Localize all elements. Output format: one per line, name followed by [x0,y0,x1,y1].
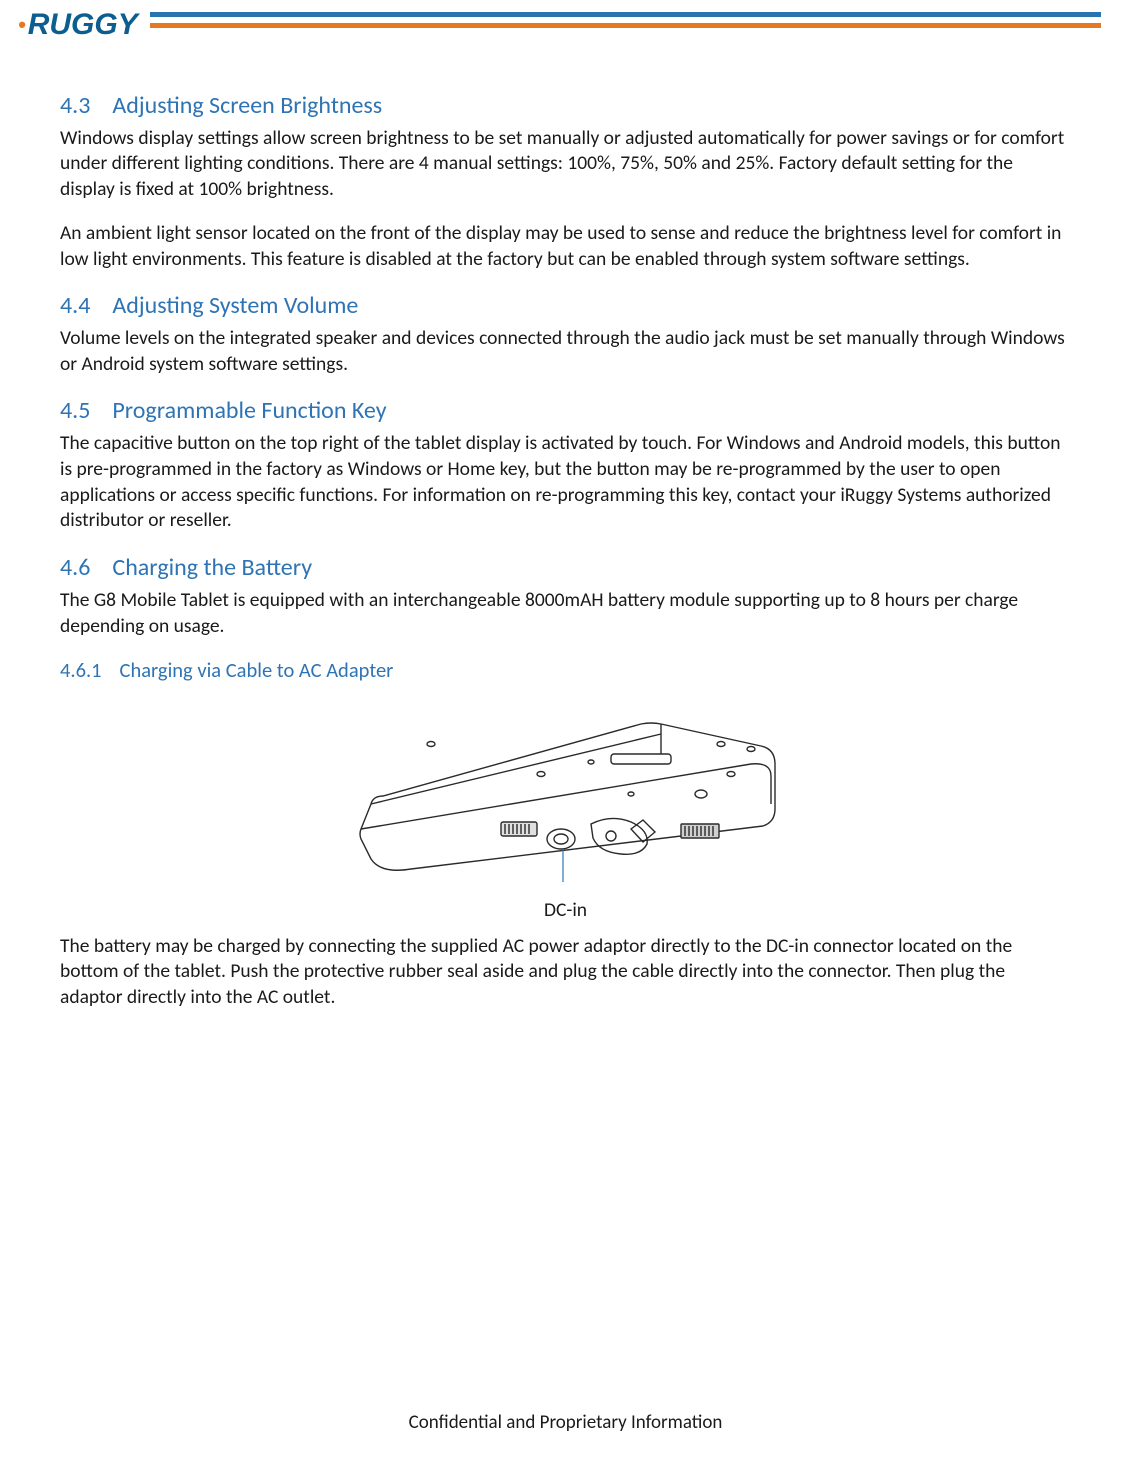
paragraph: The battery may be charged by connecting… [60,934,1071,1011]
footer: Confidential and Proprietary Information [0,1411,1131,1434]
logo: •RUGGY [18,8,138,40]
section-4-3: 4.3 Adjusting Screen Brightness Windows d… [60,90,1071,272]
paragraph: The capacitive button on the top right o… [60,431,1071,534]
heading-4-6-1: 4.6.1 Charging via Cable to AC Adapter [60,657,1071,684]
figure-label: DC-in [60,898,1071,924]
heading-number: 4.6 [60,553,90,582]
heading-title: Charging the Battery [112,553,312,582]
heading-number: 4.5 [60,396,90,425]
heading-number: 4.3 [60,91,90,120]
tablet-dc-in-icon [331,704,801,894]
heading-title: Adjusting Screen Brightness [112,91,382,120]
paragraph: Volume levels on the integrated speaker … [60,326,1071,377]
paragraph: Windows display settings allow screen br… [60,126,1071,203]
logo-text: RUGGY [28,10,138,40]
header: •RUGGY [0,0,1131,40]
header-rules [150,12,1101,28]
heading-4-3: 4.3 Adjusting Screen Brightness [60,90,1071,122]
section-4-6: 4.6 Charging the Battery The G8 Mobile Ta… [60,552,1071,1011]
paragraph: The G8 Mobile Tablet is equipped with an… [60,588,1071,639]
paragraph: An ambient light sensor located on the f… [60,221,1071,272]
heading-number: 4.6.1 [60,657,102,683]
section-4-5: 4.5 Programmable Function Key The capacit… [60,395,1071,534]
logo-dot-icon: • [18,14,26,36]
heading-title: Adjusting System Volume [112,291,358,320]
section-4-4: 4.4 Adjusting System Volume Volume levels… [60,290,1071,377]
page: •RUGGY 4.3 Adjusting Screen Brightness Wi… [0,0,1131,1462]
heading-4-4: 4.4 Adjusting System Volume [60,290,1071,322]
rule-orange [150,23,1101,28]
heading-4-5: 4.5 Programmable Function Key [60,395,1071,427]
content: 4.3 Adjusting Screen Brightness Windows d… [0,40,1131,1011]
heading-title: Programmable Function Key [112,396,386,425]
figure-dc-in: DC-in [60,704,1071,923]
rule-blue [150,12,1101,17]
heading-4-6: 4.6 Charging the Battery [60,552,1071,584]
heading-number: 4.4 [60,291,90,320]
heading-title: Charging via Cable to AC Adapter [120,657,394,683]
